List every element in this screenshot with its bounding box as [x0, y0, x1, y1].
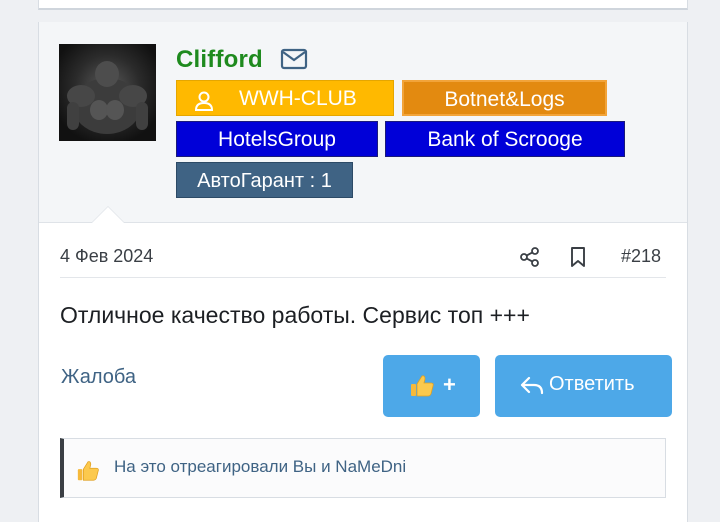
bookmark-icon[interactable]	[569, 246, 587, 273]
badge-bank-of-scrooge: Bank of Scrooge	[385, 121, 625, 157]
post-card: Clifford WWH-CLUB Botnet&Logs HotelsGrou…	[38, 22, 688, 522]
badge-wwh-club: WWH-CLUB	[176, 80, 394, 116]
reply-icon	[520, 375, 544, 403]
post-number[interactable]: #218	[621, 246, 661, 267]
reply-button[interactable]: Ответить	[495, 355, 672, 417]
user-icon	[193, 88, 215, 124]
reply-label: Ответить	[549, 373, 635, 395]
username[interactable]: Clifford	[176, 46, 263, 74]
like-plus: +	[443, 372, 456, 397]
avatar[interactable]	[59, 44, 156, 141]
reactions-bar[interactable]: На это отреагировали Вы и NaMeDni	[60, 438, 666, 498]
reactions-text[interactable]: На это отреагировали Вы и NaMeDni	[114, 457, 406, 477]
thumbs-up-icon	[76, 459, 100, 488]
badge-label: WWH-CLUB	[239, 87, 357, 110]
user-info-block: Clifford WWH-CLUB Botnet&Logs HotelsGrou…	[39, 22, 687, 223]
like-button[interactable]: +	[383, 355, 480, 417]
divider	[60, 277, 666, 278]
badge-avtogarant[interactable]: АвтоГарант : 1	[176, 162, 353, 198]
user-block-pointer	[91, 206, 125, 223]
previous-post-card	[38, 0, 688, 10]
post-date[interactable]: 4 Фев 2024	[60, 246, 153, 267]
badge-hotels-group: HotelsGroup	[176, 121, 378, 157]
post-message: Отличное качество работы. Сервис топ +++	[60, 302, 530, 328]
thumbs-up-icon	[409, 373, 435, 405]
envelope-icon[interactable]	[280, 48, 308, 75]
share-icon[interactable]	[519, 246, 541, 273]
report-link[interactable]: Жалоба	[61, 366, 136, 389]
badge-botnet-logs: Botnet&Logs	[402, 80, 607, 116]
